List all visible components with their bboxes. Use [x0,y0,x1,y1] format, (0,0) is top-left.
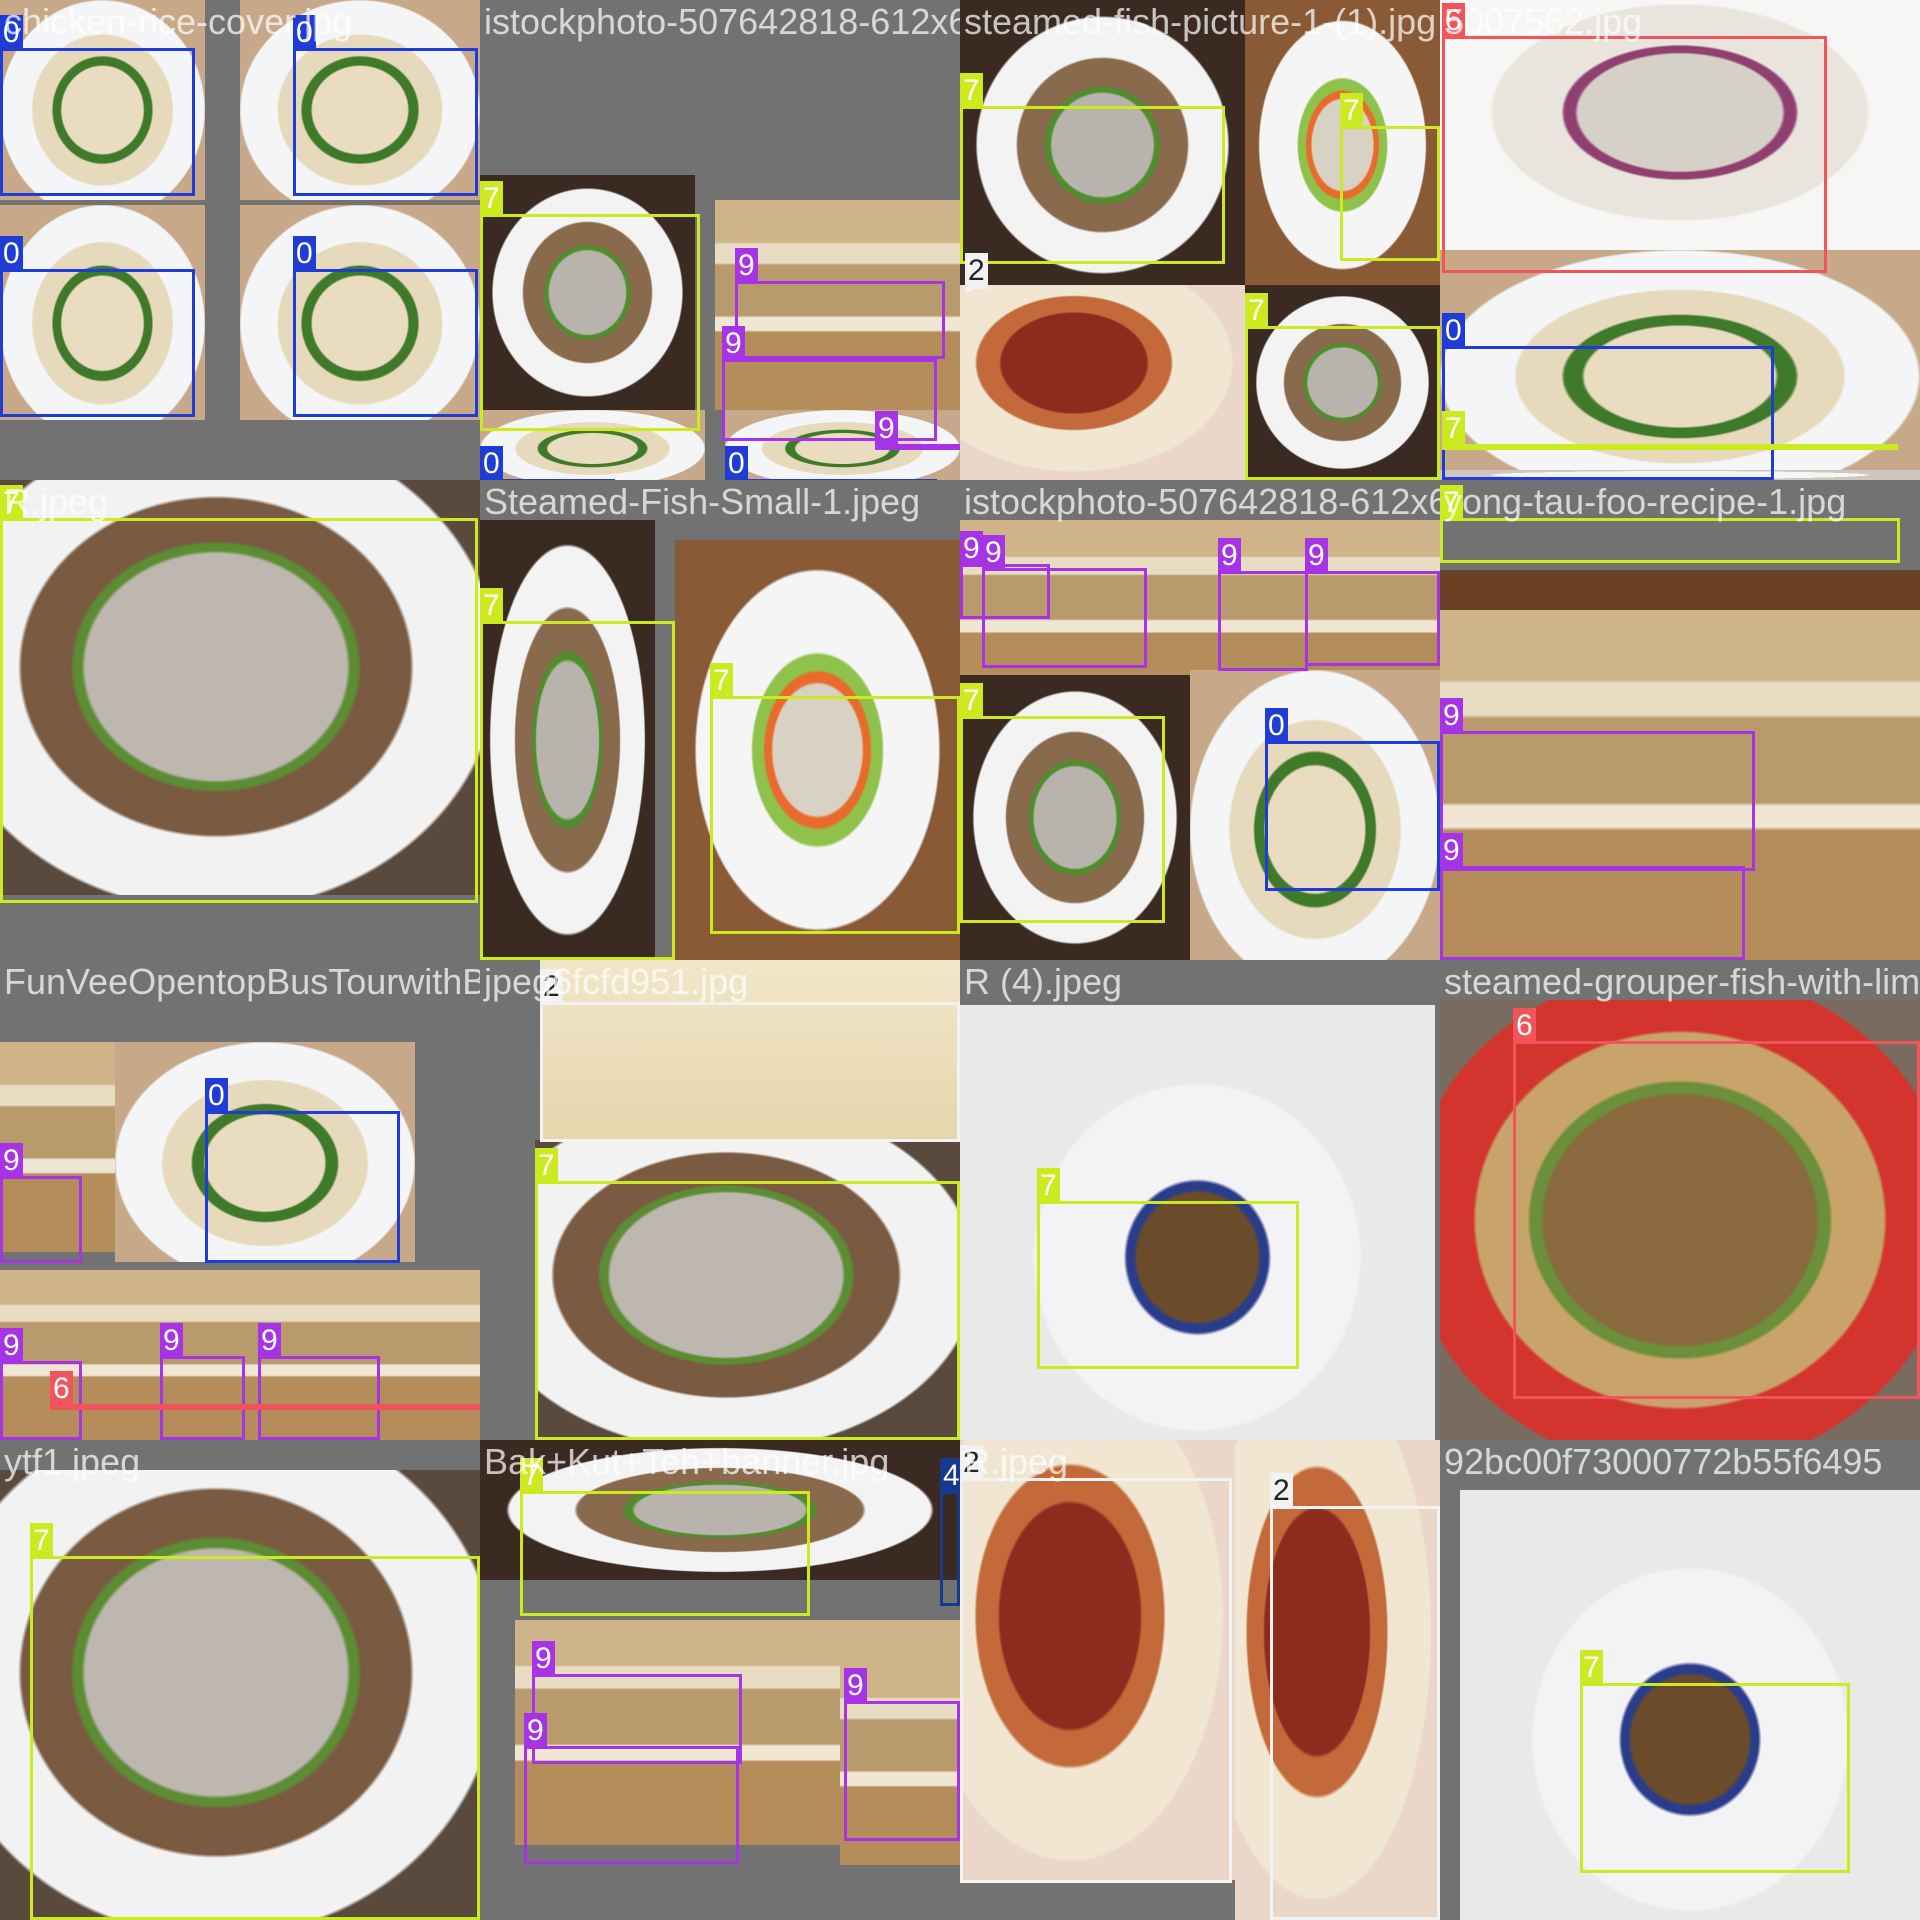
mosaic-tile: 6 0 7 5007562.jpg [1440,0,1920,480]
mosaic-tile: 7R (4).jpeg [960,960,1440,1440]
mosaic-tile: 099996FunVeeOpentopBusTourwithBreakfast.… [0,960,480,1440]
mosaic-tile: 799009istockphoto-507642818-612x612.jpg [480,0,960,480]
food-photo [480,1440,960,1580]
mosaic-tile: 799942Bak+Kut+Teh+banner.jpg [480,1440,960,1920]
class-label: 7 [1440,485,1463,521]
food-photo [540,960,960,1140]
detection-mosaic: 0 0 0 0 chicken-rice-cover.jpg 7 9 9 0 0 9 istockph… [0,0,1920,1920]
food-photo [960,1005,1435,1440]
mosaic-tile: 7 92bc00f73000772b55f6495 [1440,1440,1920,1920]
mosaic-tile: 7 7 2 7 steamed-fish-picture-1-(1).jpg [960,0,1440,480]
mosaic-tile: 7 R.jpeg [0,480,480,960]
food-photo [1190,670,1440,960]
food-photo [715,200,960,410]
tile-filename: istockphoto-507642818-612x612.jpg [964,481,1440,522]
food-photo [675,540,960,960]
food-photo [240,205,480,420]
tile-filename: R (4).jpeg [964,961,1123,1002]
food-photo [960,0,1245,290]
food-photo [240,0,480,200]
food-photo [115,1042,415,1262]
tile-filename: 92bc00f73000772b55f6495 [1444,1441,1883,1482]
food-photo [840,1655,960,1865]
food-photo [1235,1440,1440,1920]
food-photo [140,1270,340,1440]
food-photo [0,0,205,200]
food-photo [960,520,1180,700]
food-photo [960,285,1245,480]
tile-filename: FunVeeOpentopBusTourwithBreakfast.jpg [4,961,480,1002]
food-photo [480,175,695,410]
tile-filename: istockphoto-507642818-612x612.jpg [484,1,960,42]
food-photo [480,410,705,480]
mosaic-tile: 7 7 Steamed-Fish-Small-1.jpeg [480,480,960,960]
mosaic-tile: 2 2 R.jpeg [960,1440,1440,1920]
food-photo [0,480,480,895]
food-photo [480,520,655,960]
food-photo [1440,250,1920,480]
food-photo [0,205,205,420]
mosaic-tile: 7 9 9 yong-tau-foo-recipe-1.jpg [1440,480,1920,960]
food-photo [1245,285,1440,480]
food-photo [535,1140,960,1440]
food-photo [1440,470,1920,480]
tile-filename: yong-tau-foo-recipe-1.jpg [1444,481,1847,522]
food-photo [1460,1490,1920,1920]
mosaic-tile: 6steamed-grouper-fish-with-lime.jpg [1440,960,1920,1440]
tile-filename: Steamed-Fish-Small-1.jpeg [484,481,921,522]
food-photo [1440,1000,1920,1440]
mosaic-tile: 2 7 jpeg6fcfd951.jpg [480,960,960,1440]
food-photo [0,1042,115,1252]
bounding-box: 7 [1440,485,1900,563]
food-photo [960,675,1190,960]
food-photo [960,1440,1235,1880]
food-photo [1440,610,1920,960]
tile-filename: steamed-grouper-fish-with-lime.jpg [1444,961,1920,1002]
food-photo [1440,0,1920,250]
food-photo [0,1470,480,1920]
food-photo [1245,0,1440,290]
mosaic-tile: 999970istockphoto-507642818-612x612.jpg [960,480,1440,960]
mosaic-tile: 7 ytf1.jpeg [0,1440,480,1920]
food-photo [725,410,960,480]
mosaic-tile: 0 0 0 0 chicken-rice-cover.jpg [0,0,480,480]
